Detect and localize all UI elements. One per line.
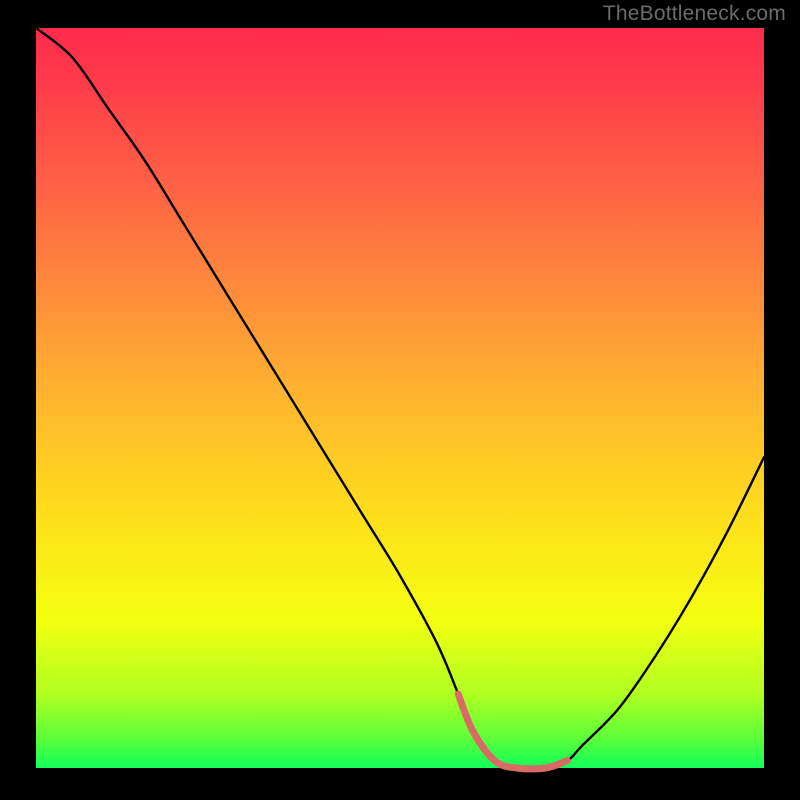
bottleneck-chart	[0, 0, 800, 800]
watermark-text: TheBottleneck.com	[603, 2, 786, 26]
chart-stage: TheBottleneck.com	[0, 0, 800, 800]
